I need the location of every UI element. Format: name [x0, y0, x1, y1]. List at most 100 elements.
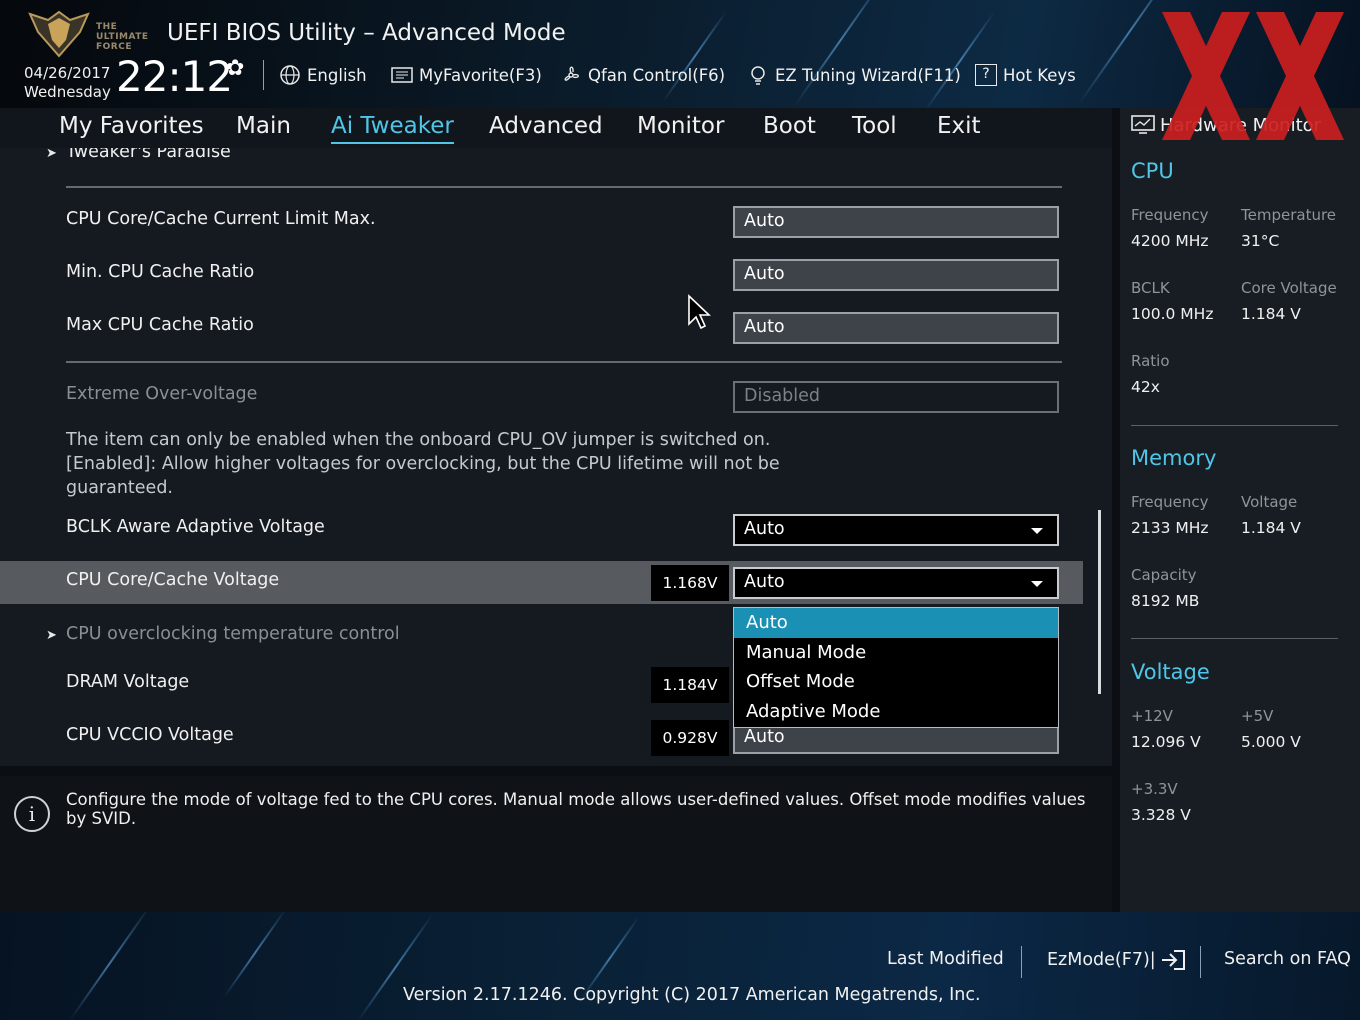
gear-icon[interactable]: ✿ — [226, 56, 244, 81]
footer-bar: Last Modified EzMode(F7)| Search on FAQ … — [0, 912, 1360, 1020]
v12-value: 12.096 V — [1131, 733, 1201, 751]
setting-label: DRAM Voltage — [66, 672, 190, 692]
dropdown-option-adaptive[interactable]: Adaptive Mode — [734, 697, 1058, 727]
chevron-down-icon — [1031, 528, 1043, 534]
submenu-arrow-icon: ➤ — [46, 148, 57, 161]
extreme-overvoltage-field: Disabled — [733, 381, 1059, 413]
v33-value: 3.328 V — [1131, 806, 1191, 824]
tab-ai-tweaker[interactable]: Ai Tweaker — [331, 113, 454, 144]
myfavorite-button[interactable]: MyFavorite(F3) — [391, 62, 542, 88]
cpu-heading: CPU — [1131, 159, 1174, 183]
header-bar: THE ULTIMATE FORCE UEFI BIOS Utility – A… — [0, 0, 1360, 108]
v5-value: 5.000 V — [1241, 733, 1301, 751]
clock-display[interactable]: 22:12 — [116, 52, 233, 101]
tuf-shield-icon — [28, 10, 90, 58]
exit-arrow-icon — [1161, 950, 1185, 970]
setting-label: CPU VCCIO Voltage — [66, 725, 234, 745]
setting-label: CPU Core/Cache Current Limit Max. — [66, 209, 376, 229]
weekday-display: Wednesday — [24, 83, 111, 101]
voltage-reading: 1.168V — [651, 565, 729, 601]
bclk-adaptive-voltage-select[interactable]: Auto — [733, 514, 1059, 546]
background-streak — [222, 912, 288, 999]
language-label: English — [307, 65, 367, 85]
xx-watermark-logo — [1162, 12, 1344, 140]
memory-voltage-value: 1.184 V — [1241, 519, 1301, 537]
tuf-logo: THE ULTIMATE FORCE — [26, 10, 148, 58]
memory-frequency-value: 2133 MHz — [1131, 519, 1209, 537]
section-divider — [66, 361, 1062, 363]
core-voltage-value: 1.184 V — [1241, 305, 1301, 323]
memory-frequency-label: Frequency — [1131, 493, 1209, 511]
lightbulb-icon — [747, 64, 769, 86]
section-divider — [66, 186, 1062, 188]
ez-tuning-wizard-button[interactable]: EZ Tuning Wizard(F11) — [747, 62, 961, 88]
current-limit-max-field[interactable]: Auto — [733, 206, 1059, 238]
last-modified-button[interactable]: Last Modified — [887, 949, 1004, 969]
main-menu: My Favorites Main Ai Tweaker Advanced Mo… — [0, 108, 1112, 148]
chevron-down-icon — [1031, 581, 1043, 587]
submenu-arrow-icon: ➤ — [46, 628, 57, 643]
cpu-frequency-label: Frequency — [1131, 206, 1209, 224]
bclk-label: BCLK — [1131, 279, 1170, 297]
setting-label: Min. CPU Cache Ratio — [66, 262, 255, 282]
logo-text: THE ULTIMATE FORCE — [96, 22, 149, 52]
v12-label: +12V — [1131, 707, 1173, 725]
tab-exit[interactable]: Exit — [937, 113, 981, 139]
memory-heading: Memory — [1131, 446, 1217, 470]
capacity-label: Capacity — [1131, 566, 1197, 584]
tab-main[interactable]: Main — [236, 113, 291, 139]
mouse-cursor-icon — [688, 294, 711, 330]
question-icon: ? — [975, 64, 997, 86]
v33-label: +3.3V — [1131, 780, 1178, 798]
v5-label: +5V — [1241, 707, 1274, 725]
submenu-oc-temperature-control[interactable]: CPU overclocking temperature control — [66, 624, 400, 644]
tab-my-favorites[interactable]: My Favorites — [59, 113, 204, 139]
footer-divider — [1200, 946, 1201, 978]
help-text: Configure the mode of voltage fed to the… — [66, 790, 1086, 828]
section-divider — [1131, 425, 1338, 426]
language-button[interactable]: English — [279, 62, 367, 88]
setting-label: BCLK Aware Adaptive Voltage — [66, 517, 325, 537]
ezmode-button[interactable]: EzMode(F7)| — [1047, 949, 1186, 971]
tab-advanced[interactable]: Advanced — [489, 113, 603, 139]
background-streak — [69, 912, 151, 1020]
submenu-tweakers-paradise[interactable]: Tweaker's Paradise — [66, 148, 231, 162]
core-cache-voltage-select[interactable]: Auto — [733, 567, 1059, 599]
qfan-control-button[interactable]: Qfan Control(F6) — [560, 62, 725, 88]
tab-monitor[interactable]: Monitor — [637, 113, 724, 139]
core-voltage-label: Core Voltage — [1241, 279, 1337, 297]
dropdown-option-auto[interactable]: Auto — [734, 608, 1058, 638]
myfavorite-label: MyFavorite(F3) — [419, 65, 542, 85]
ratio-label: Ratio — [1131, 352, 1170, 370]
hardware-monitor-panel: Hardware Monitor CPU Frequency Temperatu… — [1120, 108, 1360, 912]
globe-icon — [279, 64, 301, 86]
app-title: UEFI BIOS Utility – Advanced Mode — [167, 20, 566, 46]
setting-description: The item can only be enabled when the on… — [66, 430, 780, 498]
cpu-frequency-value: 4200 MHz — [1131, 232, 1209, 250]
favorite-list-icon — [391, 64, 413, 86]
tab-boot[interactable]: Boot — [763, 113, 816, 139]
date-display: 04/26/2017 — [24, 64, 111, 82]
background-streak — [924, 11, 996, 108]
select-value: Auto — [744, 519, 785, 539]
cpu-temperature-value: 31°C — [1241, 232, 1280, 250]
setting-label: Max CPU Cache Ratio — [66, 315, 254, 335]
tab-tool[interactable]: Tool — [852, 113, 897, 139]
scrollbar[interactable] — [1098, 510, 1101, 694]
fan-icon — [560, 64, 582, 86]
dropdown-option-manual[interactable]: Manual Mode — [734, 638, 1058, 668]
min-cache-ratio-field[interactable]: Auto — [733, 259, 1059, 291]
qfan-control-label: Qfan Control(F6) — [588, 65, 726, 85]
dropdown-option-offset[interactable]: Offset Mode — [734, 667, 1058, 697]
cpu-temperature-label: Temperature — [1241, 206, 1337, 224]
ez-tuning-wizard-label: EZ Tuning Wizard(F11) — [775, 65, 961, 85]
voltage-reading: 0.928V — [651, 720, 729, 756]
hot-keys-button[interactable]: ? Hot Keys — [975, 62, 1076, 88]
ezmode-label: EzMode(F7)| — [1047, 950, 1156, 970]
search-faq-button[interactable]: Search on FAQ — [1224, 949, 1351, 969]
background-streak — [793, 0, 887, 108]
section-divider — [1131, 638, 1338, 639]
max-cache-ratio-field[interactable]: Auto — [733, 312, 1059, 344]
monitor-icon — [1131, 115, 1155, 134]
bclk-value: 100.0 MHz — [1131, 305, 1214, 323]
